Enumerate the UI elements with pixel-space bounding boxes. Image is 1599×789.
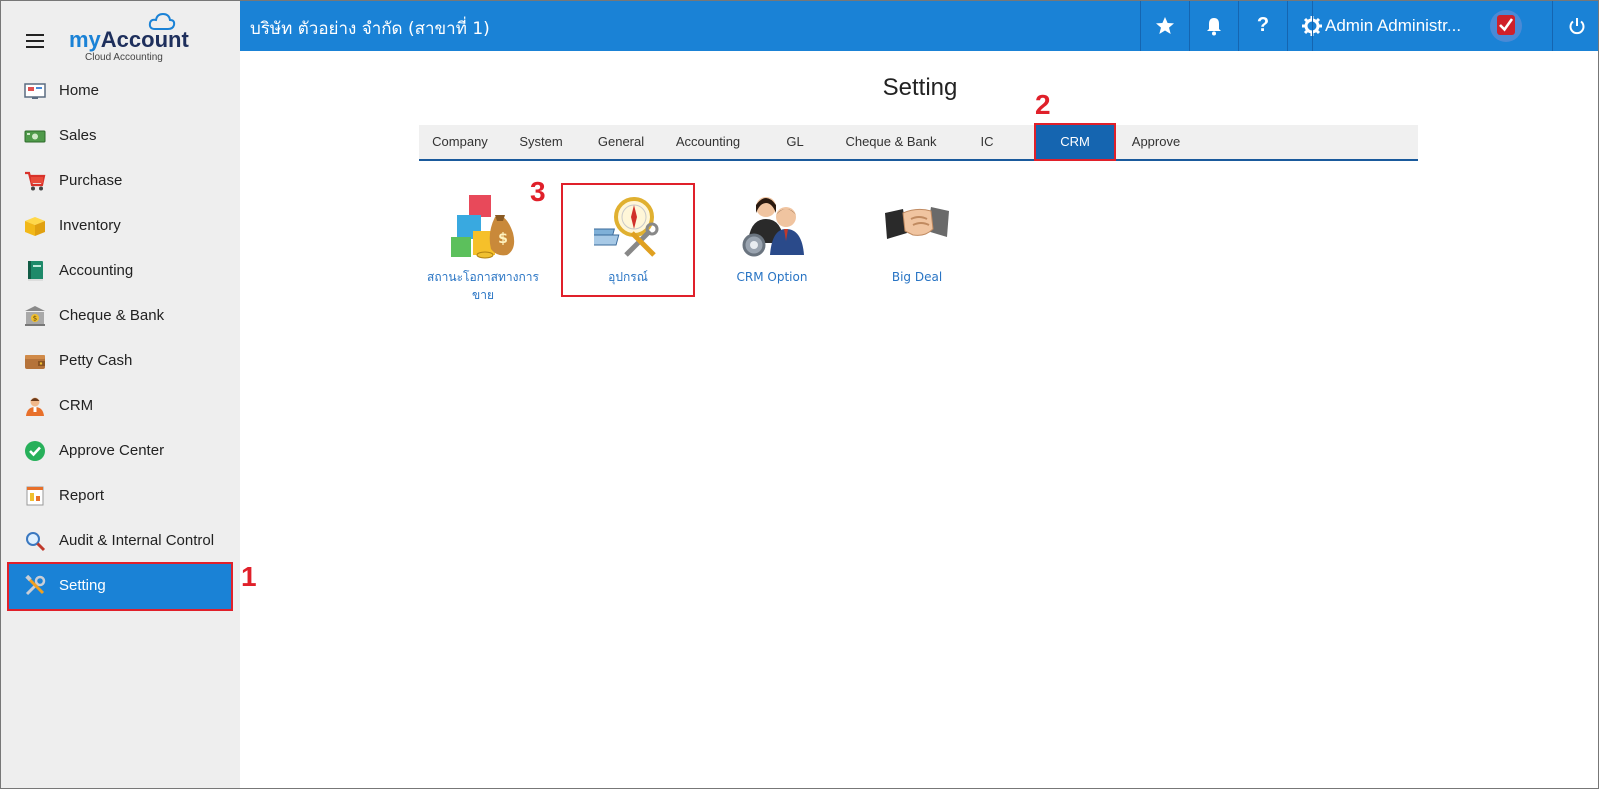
logo[interactable]: myAccount Cloud Accounting	[68, 10, 189, 66]
logo-text: myAccount	[69, 27, 189, 52]
tab-approve[interactable]: Approve	[1116, 125, 1196, 159]
tools-icon	[25, 575, 46, 596]
people-icon	[26, 397, 44, 416]
svg-text:$: $	[33, 315, 37, 323]
sidebar-item-label: Cheque & Bank	[59, 307, 165, 324]
top-bar: บริษัท ตัวอย่าง จำกัด (สาขาที่ 1) ? Admi…	[240, 0, 1599, 51]
tile-crm-option[interactable]: CRM Option	[707, 185, 837, 295]
compass-tools-icon	[594, 197, 659, 257]
tab-crm[interactable]: CRM	[1034, 123, 1116, 161]
sidebar-item-label: Purchase	[59, 172, 123, 189]
sidebar-item-label: Setting	[59, 577, 106, 594]
sidebar-item-home[interactable]: Home	[0, 69, 240, 114]
tab-accounting[interactable]: Accounting	[661, 125, 755, 159]
hamburger-menu-icon[interactable]	[26, 34, 44, 48]
sidebar-item-label: Report	[59, 487, 105, 504]
tile-label: Big Deal	[891, 270, 943, 284]
star-icon	[1156, 16, 1174, 34]
tile-sales-opportunity-status[interactable]: $ สถานะโอกาสทางการขาย	[418, 185, 548, 302]
power-icon	[1569, 17, 1584, 34]
user-name: Admin Administr...	[1325, 16, 1462, 35]
box-icon	[25, 217, 45, 236]
report-icon	[26, 486, 44, 506]
bell-icon	[1207, 17, 1221, 35]
sidebar-item-label: Petty Cash	[59, 352, 133, 369]
svg-text:$: $	[498, 231, 508, 247]
brand-area: myAccount Cloud Accounting	[0, 0, 240, 70]
tab-company[interactable]: Company	[419, 125, 501, 159]
sidebar-item-approve-center[interactable]: Approve Center	[0, 429, 240, 474]
tile-label: อุปกรณ์	[608, 270, 648, 284]
sidebar-item-purchase[interactable]: Purchase	[0, 159, 240, 204]
sidebar-item-sales[interactable]: Sales	[0, 114, 240, 159]
blocks-moneybag-icon: $	[451, 195, 515, 259]
sidebar-item-label: Accounting	[59, 262, 134, 279]
check-circle-icon	[25, 441, 45, 461]
home-icon	[24, 83, 46, 99]
cart-icon	[25, 171, 46, 191]
step-marker-1: 1	[241, 561, 257, 592]
sidebar-item-label: Home	[59, 82, 100, 99]
settings-tab-bar: Company System General Accounting GL Che…	[419, 123, 1418, 161]
company-name[interactable]: บริษัท ตัวอย่าง จำกัด (สาขาที่ 1)	[250, 15, 490, 42]
step-marker-2: 2	[1035, 89, 1051, 120]
business-people-gear-icon	[742, 197, 804, 257]
favorites-button[interactable]	[1140, 0, 1189, 51]
user-menu[interactable]: Admin Administr...	[1312, 0, 1553, 51]
tab-system[interactable]: System	[501, 125, 581, 159]
tile-label: สถานะโอกาสทางการขาย	[427, 270, 539, 302]
tab-cheque-bank[interactable]: Cheque & Bank	[835, 125, 947, 159]
tab-ic[interactable]: IC	[947, 125, 1027, 159]
sidebar-item-label: Sales	[59, 127, 97, 144]
sidebar-item-accounting[interactable]: Accounting	[0, 249, 240, 294]
tab-gl[interactable]: GL	[755, 125, 835, 159]
tab-general[interactable]: General	[581, 125, 661, 159]
sidebar-item-cheque-bank[interactable]: $ Cheque & Bank	[0, 294, 240, 339]
sidebar-item-label: Inventory	[59, 217, 121, 234]
sidebar-item-inventory[interactable]: Inventory	[0, 204, 240, 249]
handshake-icon	[885, 207, 949, 239]
wallet-icon	[25, 355, 45, 369]
sidebar-item-petty-cash[interactable]: Petty Cash	[0, 339, 240, 384]
sidebar: myAccount Cloud Accounting Home Sales Pu…	[0, 0, 240, 789]
sidebar-item-label: Approve Center	[59, 442, 165, 459]
sidebar-item-label: Audit & Internal Control	[59, 532, 215, 549]
tile-big-deal[interactable]: Big Deal	[852, 185, 982, 295]
tile-equipment[interactable]: อุปกรณ์	[561, 183, 695, 297]
sidebar-item-label: CRM	[59, 397, 94, 414]
sidebar-menu: Home Sales Purchase Inventory Accounting…	[0, 69, 240, 611]
sidebar-item-report[interactable]: Report	[0, 474, 240, 519]
sidebar-item-setting[interactable]: Setting	[7, 562, 233, 611]
sidebar-item-crm[interactable]: CRM	[0, 384, 240, 429]
logo-subtitle: Cloud Accounting	[85, 52, 163, 63]
notifications-button[interactable]	[1189, 0, 1238, 51]
magnifier-icon	[26, 532, 46, 552]
help-icon: ?	[1256, 14, 1270, 36]
user-avatar-icon	[1490, 10, 1522, 42]
bank-icon: $	[25, 306, 45, 326]
sidebar-item-audit[interactable]: Audit & Internal Control	[0, 519, 240, 564]
help-button[interactable]: ?	[1238, 0, 1287, 51]
ledger-icon	[28, 261, 43, 281]
logout-button[interactable]	[1552, 0, 1599, 51]
page-title: Setting	[882, 74, 958, 101]
sales-icon	[24, 130, 46, 143]
tile-label: CRM Option	[736, 270, 808, 284]
